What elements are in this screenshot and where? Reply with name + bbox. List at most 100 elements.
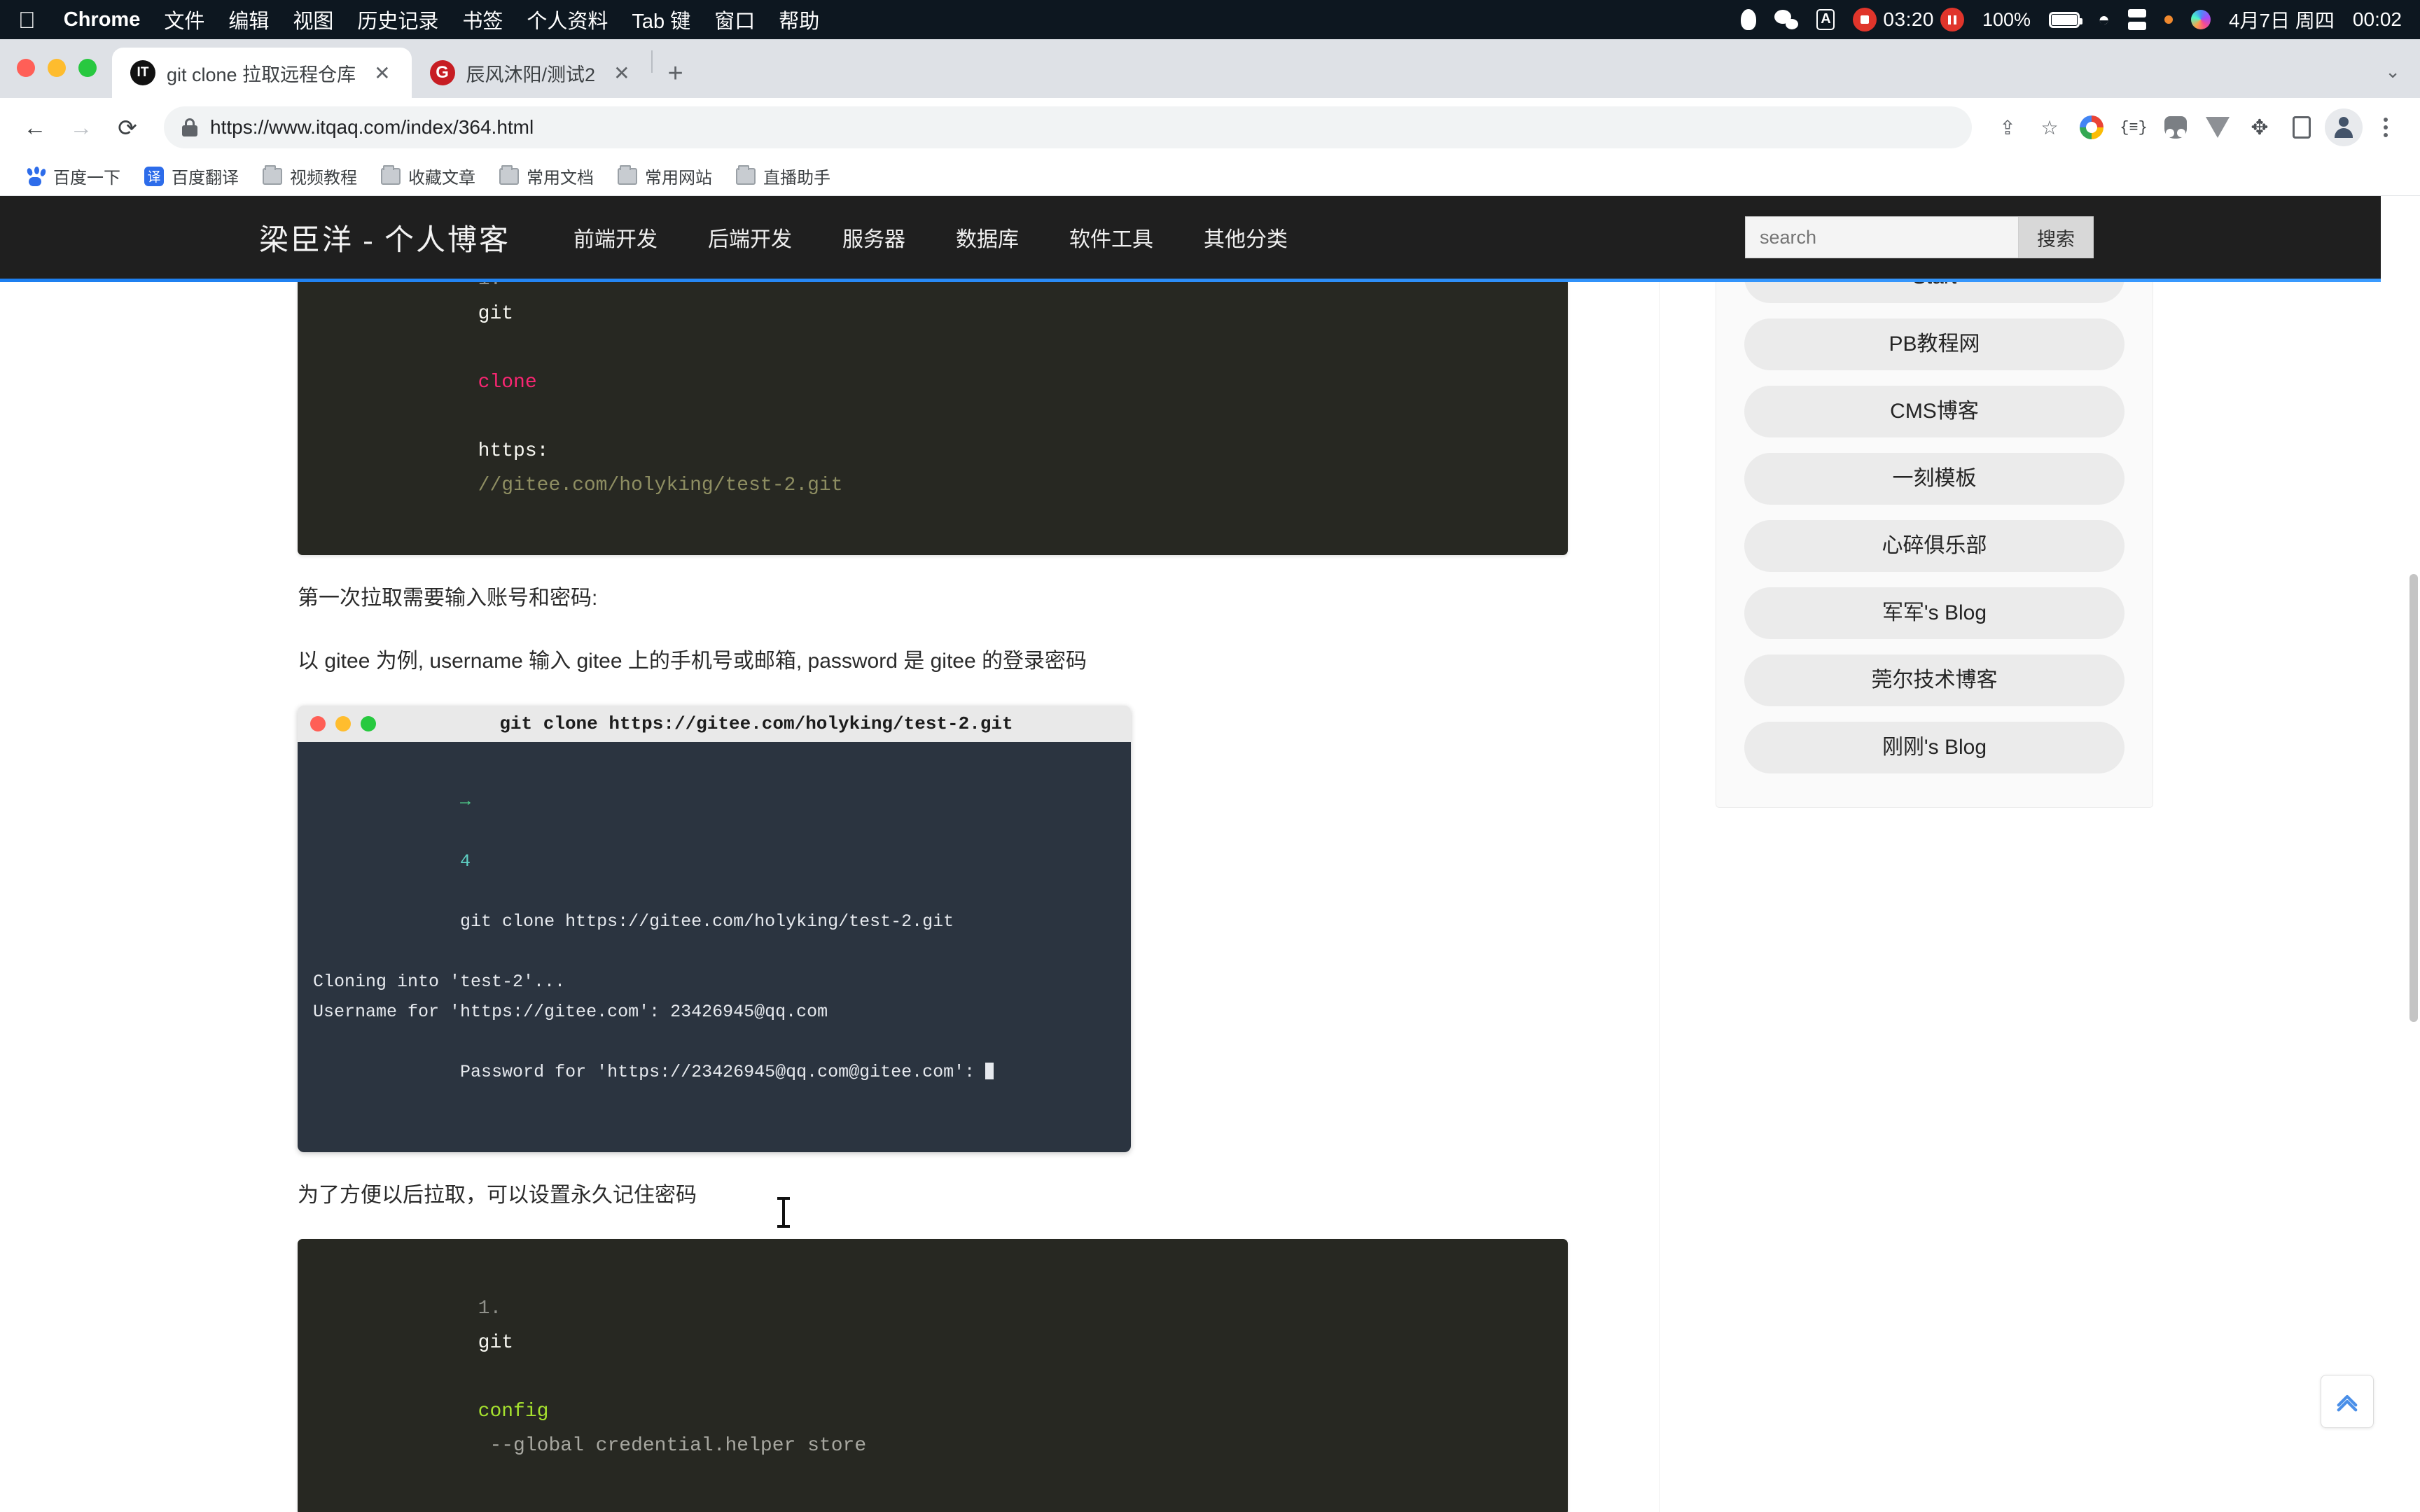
json-formatter-icon[interactable]: {≡}	[2115, 108, 2153, 146]
siri-icon[interactable]	[2190, 10, 2211, 29]
back-button[interactable]: ←	[15, 108, 55, 147]
apple-logo-icon[interactable]: 	[18, 8, 36, 31]
browser-tab-active[interactable]: IT git clone 拉取远程仓库 ✕	[112, 48, 412, 98]
terminal-password-prompt: Password for 'https://23426945@qq.com@gi…	[460, 1062, 986, 1082]
macos-menu-bar:  Chrome 文件 编辑 视图 历史记录 书签 个人资料 Tab 键 窗口 …	[0, 0, 2420, 39]
menubar-item-help[interactable]: 帮助	[779, 5, 819, 34]
window-minimize-button[interactable]	[48, 59, 66, 77]
search-button[interactable]: 搜索	[2018, 216, 2094, 258]
site-logo[interactable]: 梁臣洋 - 个人博客	[259, 216, 510, 259]
menubar-item-bookmarks[interactable]: 书签	[462, 5, 503, 34]
bookmark-folder-common-docs[interactable]: 常用文档	[490, 159, 603, 193]
recording-time: 03:20	[1883, 8, 1934, 30]
record-pause-icon[interactable]	[1940, 8, 1964, 31]
sidebar: 友情链接 Start PB教程网 CMS博客 一刻模板 心碎俱乐部 军军's B…	[1716, 196, 2153, 808]
tab-title: git clone 拉取远程仓库	[167, 64, 356, 85]
puzzle-extensions-icon[interactable]: ✥	[2241, 108, 2279, 146]
bookmark-folder-live-assistant[interactable]: 直播助手	[727, 159, 840, 193]
code-token-args: --global credential.helper store	[478, 1434, 867, 1457]
baidu-translate-icon: 译	[144, 166, 164, 186]
sidebar-link-broken-heart-club[interactable]: 心碎俱乐部	[1744, 520, 2125, 572]
nav-link-frontend[interactable]: 前端开发	[573, 222, 658, 253]
control-center-icon[interactable]	[2127, 9, 2146, 30]
terminal-line-command: → 4 git clone https://gitee.com/holyking…	[313, 756, 1115, 967]
browser-tab-inactive[interactable]: G 辰风沐阳/测试2 ✕	[411, 48, 651, 98]
nav-link-software-tools[interactable]: 软件工具	[1069, 222, 1153, 253]
share-icon[interactable]: ⇪	[1989, 108, 2026, 146]
lock-icon[interactable]	[182, 118, 197, 136]
terminal-prompt-arrow: →	[460, 791, 471, 811]
menubar-date[interactable]: 4月7日 周四	[2229, 6, 2335, 34]
bookmark-label: 百度一下	[53, 169, 120, 188]
bookmarks-bar: 百度一下 译 百度翻译 视频教程 收藏文章 常用文档 常用网站 直播助手	[0, 157, 2420, 196]
reload-button[interactable]: ⟳	[108, 108, 147, 147]
bookmark-label: 常用网站	[645, 169, 712, 188]
terminal-cursor	[985, 1063, 994, 1079]
nav-link-database[interactable]: 数据库	[956, 222, 1019, 253]
nav-link-other[interactable]: 其他分类	[1204, 222, 1288, 253]
menubar-item-file[interactable]: 文件	[164, 5, 204, 34]
sidebar-link-yike-template[interactable]: 一刻模板	[1744, 453, 2125, 505]
tab-close-icon[interactable]: ✕	[606, 62, 637, 85]
window-maximize-button[interactable]	[78, 59, 97, 77]
wechat-icon[interactable]	[1774, 10, 1799, 29]
code-block-git-config[interactable]: 1. git config --global credential.helper…	[298, 1238, 1568, 1512]
qq-icon[interactable]	[1741, 9, 1757, 30]
nav-link-backend[interactable]: 后端开发	[708, 222, 792, 253]
tab-close-icon[interactable]: ✕	[367, 62, 397, 85]
bookmark-label: 视频教程	[290, 169, 357, 188]
folder-icon	[618, 164, 637, 185]
bookmark-folder-saved-articles[interactable]: 收藏文章	[372, 159, 485, 193]
search-input[interactable]	[1745, 216, 2018, 258]
sidebar-link-junjun-blog[interactable]: 军军's Blog	[1744, 587, 2125, 639]
battery-charging-icon[interactable]: ⚡	[2049, 11, 2083, 28]
page-scrollbar[interactable]	[2407, 196, 2420, 1512]
menubar-item-window[interactable]: 窗口	[714, 5, 755, 34]
terminal-line-cloning: Cloning into 'test-2'...	[313, 972, 566, 992]
scrollbar-thumb[interactable]	[2409, 574, 2418, 1022]
record-stop-icon[interactable]	[1853, 8, 1877, 31]
menubar-app-name[interactable]: Chrome	[64, 8, 141, 31]
google-ring-icon[interactable]	[2073, 108, 2110, 146]
address-bar[interactable]: https://www.itqaq.com/index/364.html	[164, 106, 1972, 148]
gray-extension-icon[interactable]	[2157, 108, 2195, 146]
back-to-top-button[interactable]	[2321, 1375, 2374, 1428]
bookmark-baidu[interactable]: 百度一下	[17, 159, 130, 193]
bookmark-label: 收藏文章	[408, 169, 475, 188]
chevron-down-icon[interactable]: ⌄	[2385, 61, 2400, 82]
vue-devtools-icon[interactable]	[2199, 108, 2237, 146]
terminal-line-username: Username for 'https://gitee.com': 234269…	[313, 1002, 828, 1022]
side-panel-icon[interactable]	[2283, 108, 2321, 146]
sidebar-link-waner-tech-blog[interactable]: 莞尔技术博客	[1744, 654, 2125, 706]
bookmark-folder-common-sites[interactable]: 常用网站	[609, 159, 721, 193]
code-token-clone: clone	[478, 372, 537, 393]
folder-icon	[263, 164, 282, 185]
new-tab-button[interactable]: +	[653, 60, 699, 98]
terminal-prompt-number: 4	[460, 851, 471, 872]
profile-avatar-icon[interactable]	[2325, 108, 2363, 146]
three-dot-menu-icon[interactable]	[2367, 108, 2405, 146]
bookmark-folder-video-tutorials[interactable]: 视频教程	[253, 159, 366, 193]
sidebar-link-ganggang-blog[interactable]: 刚刚's Blog	[1744, 722, 2125, 774]
site-navigation: 前端开发 后端开发 服务器 数据库 软件工具 其他分类	[573, 222, 1288, 253]
menubar-item-tab[interactable]: Tab 键	[632, 5, 690, 34]
menubar-item-history[interactable]: 历史记录	[357, 5, 438, 34]
menubar-item-profile[interactable]: 个人资料	[527, 5, 608, 34]
menubar-item-view[interactable]: 视图	[293, 5, 333, 34]
sidebar-link-cms-blog[interactable]: CMS博客	[1744, 386, 2125, 438]
code-token-url: //gitee.com/holyking/test-2.git	[478, 475, 843, 496]
wifi-icon[interactable]: ◓	[2098, 8, 2110, 31]
screen-recording-indicator[interactable]: 03:20	[1853, 8, 1964, 31]
nav-link-server[interactable]: 服务器	[842, 222, 905, 253]
forward-button[interactable]: →	[62, 108, 101, 147]
terminal-line-password: Password for 'https://23426945@qq.com@gi…	[313, 1027, 1115, 1117]
terminal-screenshot: git clone https://gitee.com/holyking/tes…	[298, 706, 1131, 1152]
window-close-button[interactable]	[17, 59, 35, 77]
input-method-icon[interactable]: A	[1816, 9, 1835, 30]
sidebar-link-pb-tutorial[interactable]: PB教程网	[1744, 318, 2125, 370]
menubar-item-edit[interactable]: 编辑	[228, 5, 269, 34]
menubar-time[interactable]: 00:02	[2353, 8, 2402, 31]
bookmark-star-icon[interactable]: ☆	[2031, 108, 2068, 146]
site-search: 搜索	[1745, 216, 2094, 258]
bookmark-baidu-translate[interactable]: 译 百度翻译	[135, 159, 248, 193]
